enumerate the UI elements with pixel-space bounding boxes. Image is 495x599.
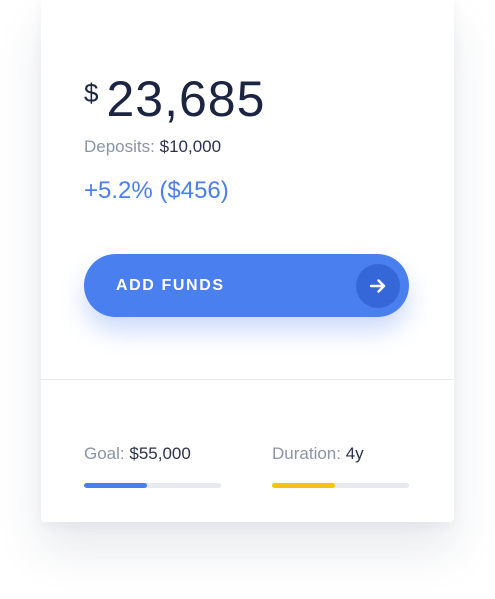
duration-progress-fill: [272, 483, 336, 488]
duration-progress-bar: [272, 483, 409, 488]
goal-label: Goal:: [84, 444, 125, 463]
divider: [41, 379, 454, 380]
deposits-label: Deposits:: [84, 137, 155, 156]
balance-amount: 23,685: [106, 71, 266, 127]
goal-progress-fill: [84, 483, 148, 488]
savings-card: $ 23,685 Deposits: $10,000 +5.2% ($456) …: [41, 0, 454, 522]
add-funds-button[interactable]: ADD FUNDS: [84, 254, 409, 317]
duration-label: Duration:: [272, 444, 341, 463]
arrow-right-icon: [356, 264, 400, 308]
gain-text: +5.2% ($456): [84, 177, 229, 204]
currency-symbol: $: [84, 78, 99, 108]
balance: $ 23,685: [84, 72, 265, 126]
deposits-info: Deposits: $10,000: [84, 137, 221, 157]
deposits-value: $10,000: [159, 137, 222, 156]
goal-value: $55,000: [129, 444, 191, 463]
goal-stat: Goal: $55,000: [84, 444, 191, 464]
duration-value: 4y: [345, 444, 364, 463]
add-funds-label: ADD FUNDS: [116, 277, 225, 294]
duration-stat: Duration: 4y: [272, 444, 364, 464]
goal-progress-bar: [84, 483, 221, 488]
